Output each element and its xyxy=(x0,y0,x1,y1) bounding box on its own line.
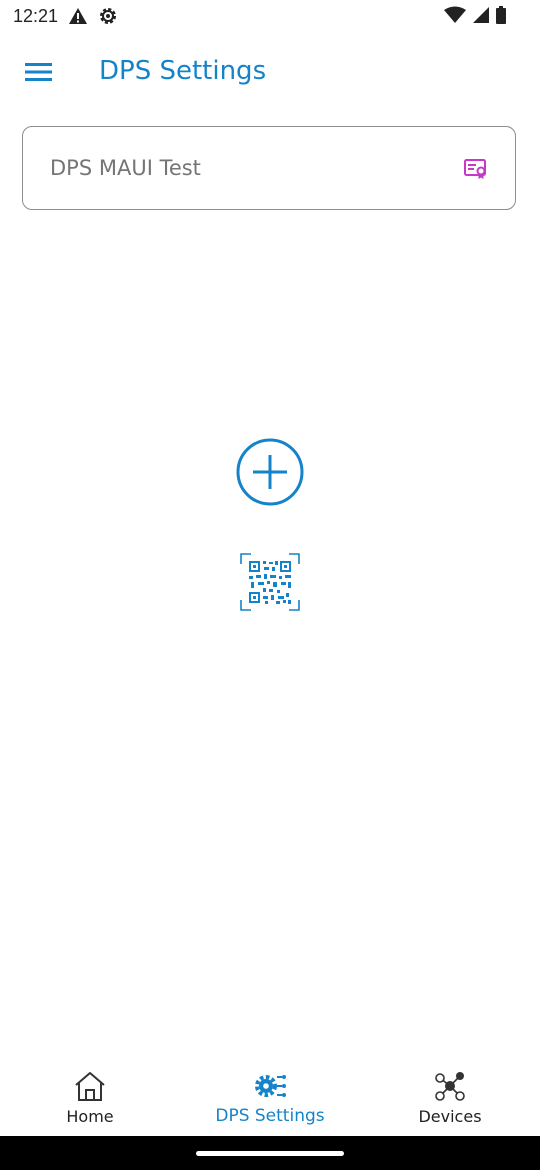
status-right-icons xyxy=(444,6,506,24)
app-bar: DPS Settings xyxy=(0,40,540,104)
nav-item-dps-settings[interactable]: DPS Settings xyxy=(180,1060,360,1136)
settings-gear-icon xyxy=(100,8,116,24)
menu-button[interactable] xyxy=(20,54,56,90)
nav-label-home: Home xyxy=(66,1107,114,1126)
bottom-navigation: Home DPS Settings Devices xyxy=(0,1060,540,1136)
system-gesture-bar xyxy=(0,1136,540,1170)
signal-icon xyxy=(473,7,489,23)
alert-icon xyxy=(69,8,87,24)
status-left-icons xyxy=(68,6,118,26)
dps-entry-field[interactable]: DPS MAUI Test xyxy=(22,126,516,210)
gesture-handle[interactable] xyxy=(196,1151,344,1156)
nav-label-dps-settings: DPS Settings xyxy=(215,1106,325,1126)
qr-scan-button[interactable] xyxy=(239,552,301,612)
hamburger-menu-icon xyxy=(25,63,52,81)
status-time: 12:21 xyxy=(13,6,59,26)
certificate-icon[interactable] xyxy=(464,158,488,180)
qr-scan-icon xyxy=(240,553,300,611)
dps-gear-icon xyxy=(255,1075,286,1097)
add-button[interactable] xyxy=(235,437,305,507)
wifi-icon xyxy=(444,6,466,23)
page-title: DPS Settings xyxy=(99,56,267,86)
add-circle-icon xyxy=(236,438,304,506)
devices-icon xyxy=(435,1072,465,1101)
dps-entry-value: DPS MAUI Test xyxy=(50,156,201,180)
nav-item-devices[interactable]: Devices xyxy=(360,1060,540,1136)
battery-icon xyxy=(496,6,506,24)
status-bar: 12:21 xyxy=(0,0,540,34)
nav-label-devices: Devices xyxy=(418,1107,482,1126)
home-icon xyxy=(75,1072,105,1101)
nav-item-home[interactable]: Home xyxy=(0,1060,180,1136)
